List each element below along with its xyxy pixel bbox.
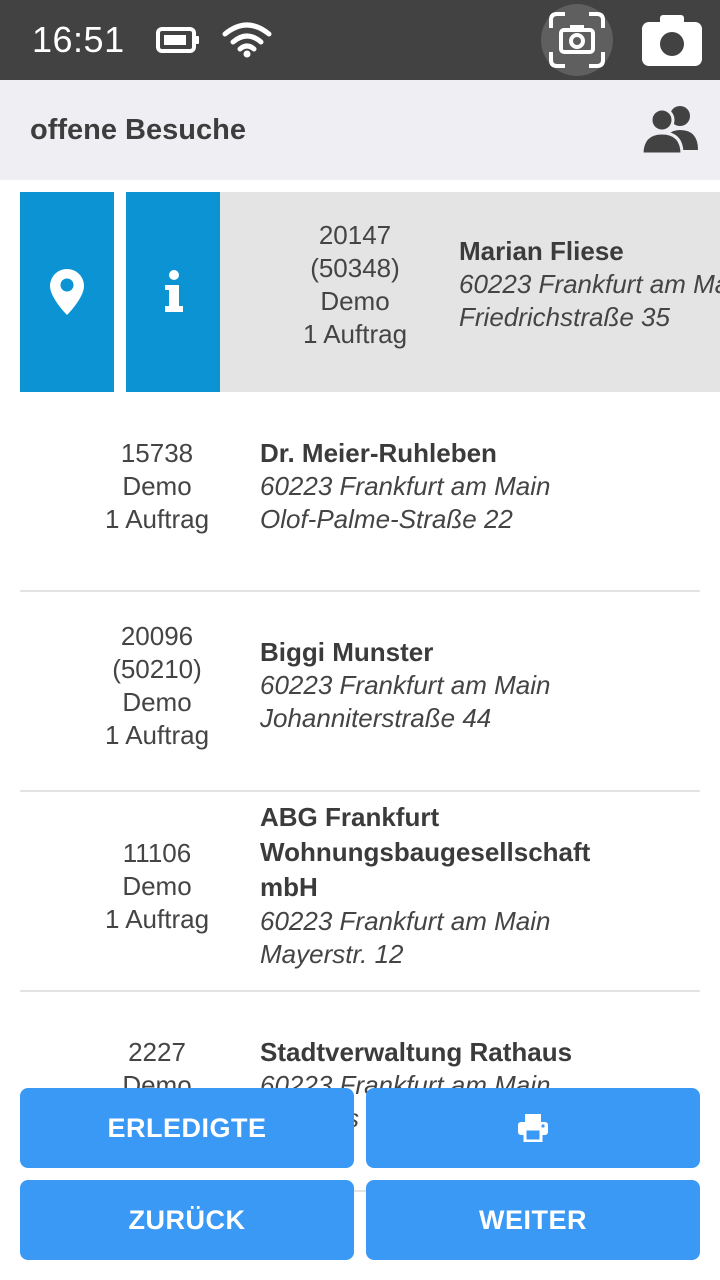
visit-address-block: ABG Frankfurt Wohnungsbaugesellschaft mb… <box>260 800 590 971</box>
visit-address-block: Dr. Meier-Ruhleben 60223 Frankfurt am Ma… <box>260 437 550 536</box>
visit-address-block: Biggi Munster 60223 Frankfurt am Main Jo… <box>260 636 550 735</box>
customer-name-line: mbH <box>260 872 318 902</box>
list-item[interactable]: 15738 Demo 1 Auftrag Dr. Meier-Ruhleben … <box>20 392 700 592</box>
customer-street: Olof-Palme-Straße 22 <box>260 504 513 534</box>
done-button[interactable]: ERLEDIGTE <box>20 1088 354 1168</box>
visit-type: Demo <box>122 687 192 717</box>
printer-icon <box>518 1114 548 1142</box>
map-pin-icon <box>50 269 84 315</box>
list-item[interactable]: 11106 Demo 1 Auftrag ABG Frankfurt Wohnu… <box>20 792 700 992</box>
action-buttons: ERLEDIGTE ZURÜCK WEITER <box>0 1088 720 1280</box>
customer-street: Johanniterstraße 44 <box>260 703 492 733</box>
app-header: offene Besuche <box>0 80 720 180</box>
people-icon[interactable] <box>640 104 702 156</box>
visit-id: 20147 <box>318 220 392 250</box>
status-bar: 16:51 <box>0 0 720 80</box>
print-button[interactable] <box>366 1088 700 1168</box>
screenshot-button[interactable] <box>541 4 613 76</box>
visit-type: Demo <box>320 286 390 316</box>
screenshot-icon <box>549 12 605 68</box>
visit-type: Demo <box>122 471 192 501</box>
customer-name-line: Wohnungsbaugesellschaft <box>260 837 591 867</box>
map-location-button[interactable] <box>20 192 114 392</box>
wifi-icon <box>222 22 272 58</box>
info-icon <box>165 270 183 312</box>
customer-name: Marian Fliese <box>459 236 624 266</box>
customer-city: 60223 Frankfurt am Main <box>260 471 551 501</box>
visit-id: 20096 <box>120 621 194 651</box>
visit-sub-id: (50210) <box>112 654 202 684</box>
selected-row-content[interactable]: 20147 (50348) Demo 1 Auftrag Marian Flie… <box>220 192 720 392</box>
next-button[interactable]: WEITER <box>366 1180 700 1260</box>
visit-id: 2227 <box>128 1037 186 1067</box>
customer-city: 60223 Frankfurt am Main <box>260 670 551 700</box>
visit-number-block: 11106 Demo 1 Auftrag <box>57 837 257 936</box>
visit-number-block: 15738 Demo 1 Auftrag <box>57 437 257 536</box>
visit-sub-id: (50348) <box>310 253 400 283</box>
visit-number-block: 20096 (50210) Demo 1 Auftrag <box>57 620 257 752</box>
visit-number-block: 20147 (50348) Demo 1 Auftrag <box>255 219 455 351</box>
customer-name: Stadtverwaltung Rathaus <box>260 1037 573 1067</box>
visit-id: 15738 <box>120 438 194 468</box>
visit-orders: 1 Auftrag <box>104 904 210 934</box>
battery-icon <box>156 27 199 53</box>
customer-name: Biggi Munster <box>260 637 434 667</box>
customer-name: Dr. Meier-Ruhleben <box>260 438 497 468</box>
customer-city: 60223 Frankfurt am Main <box>260 906 551 936</box>
status-time: 16:51 <box>32 19 125 60</box>
back-button[interactable]: ZURÜCK <box>20 1180 354 1260</box>
customer-street: Mayerstr. 12 <box>260 939 404 969</box>
page-title: offene Besuche <box>30 114 246 146</box>
info-button[interactable] <box>126 192 220 392</box>
visit-address-block: Marian Fliese 60223 Frankfurt am Main Fr… <box>459 235 720 334</box>
visit-id: 11106 <box>122 838 192 868</box>
list-item[interactable]: 20096 (50210) Demo 1 Auftrag Biggi Munst… <box>20 592 700 792</box>
customer-name-line: ABG Frankfurt <box>260 802 440 832</box>
camera-icon[interactable] <box>640 12 704 68</box>
visit-type: Demo <box>122 871 192 901</box>
visit-orders: 1 Auftrag <box>302 319 408 349</box>
customer-street: Friedrichstraße 35 <box>459 302 670 332</box>
visit-orders: 1 Auftrag <box>104 720 210 750</box>
customer-city: 60223 Frankfurt am Main <box>459 269 720 299</box>
visit-orders: 1 Auftrag <box>104 504 210 534</box>
